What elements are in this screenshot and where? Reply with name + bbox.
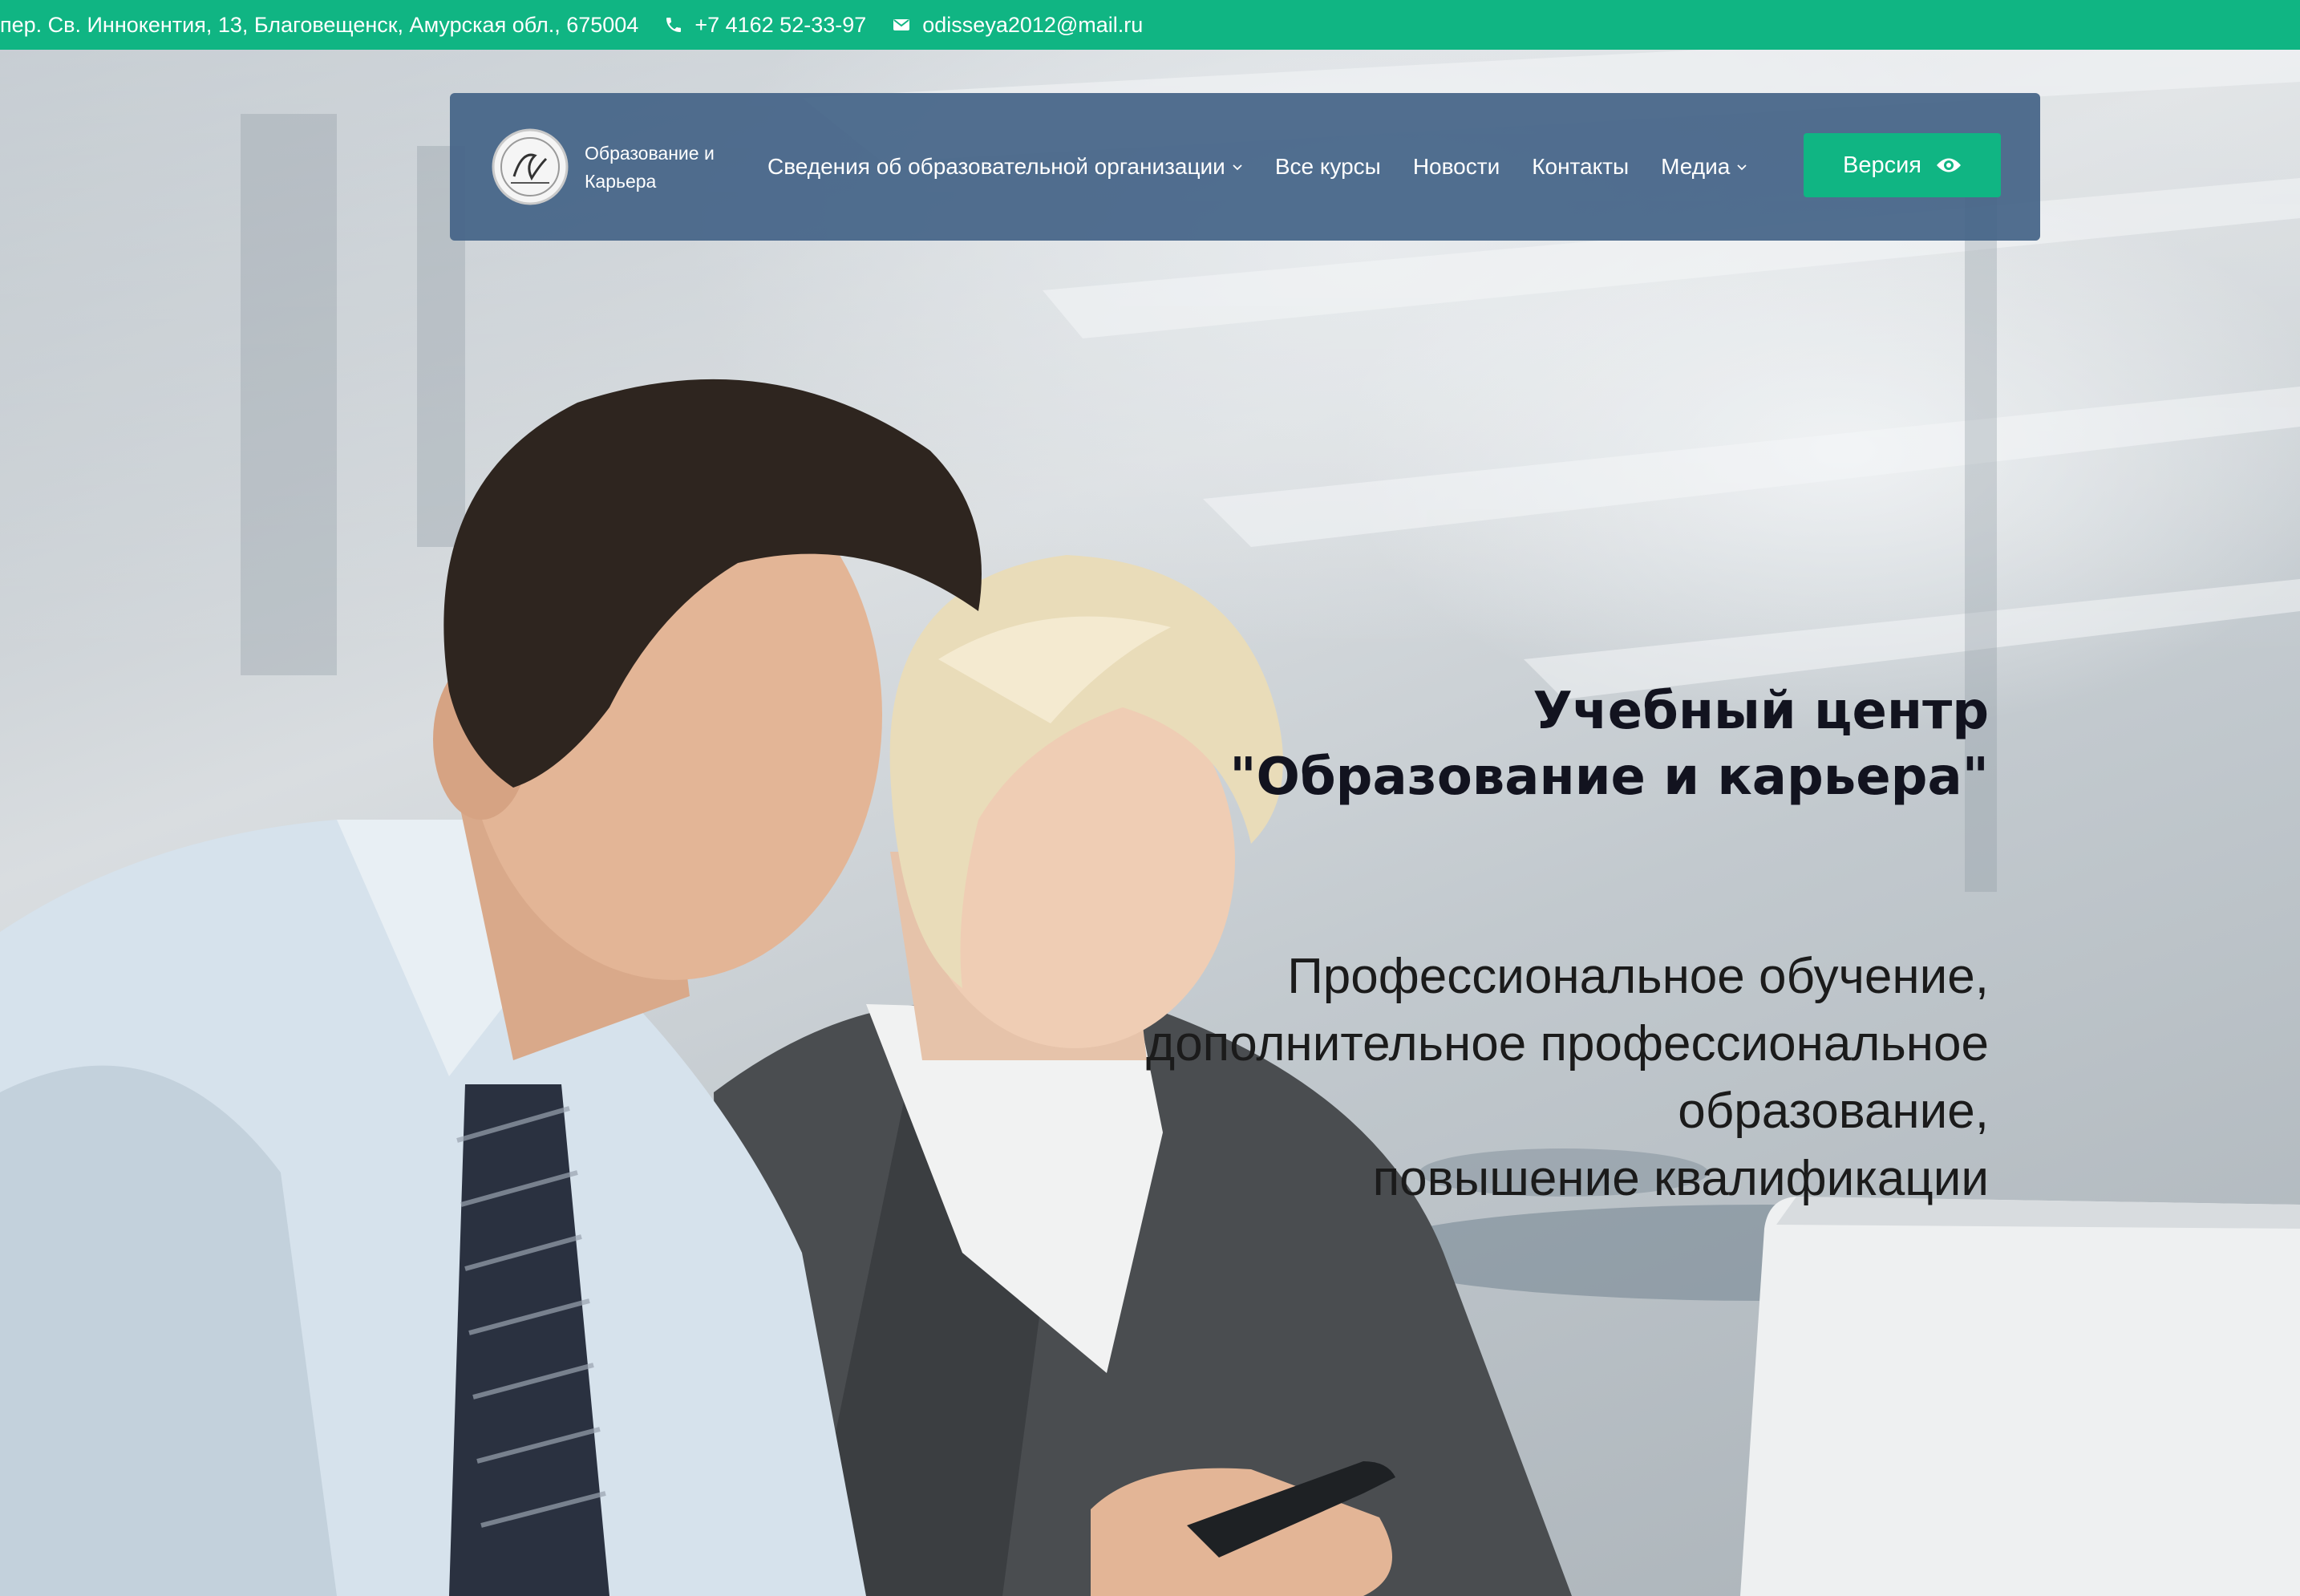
hero-subtitle-line-4: повышение квалификации <box>1372 1151 1989 1206</box>
nav-item-contacts[interactable]: Контакты <box>1532 154 1629 180</box>
nav-item-label: Сведения об образовательной организации <box>767 154 1225 179</box>
address-text: пер. Св. Иннокентия, 13, Благовещенск, А… <box>0 12 639 37</box>
site-logo-icon[interactable] <box>490 127 570 207</box>
top-info-bar: пер. Св. Иннокентия, 13, Благовещенск, А… <box>0 0 2300 50</box>
nav-menu: Сведения об образовательной организации … <box>767 93 1747 241</box>
main-navigation: Образование и Карьера Сведения об образо… <box>450 93 2040 241</box>
phone-text[interactable]: +7 4162 52-33-97 <box>694 13 866 38</box>
nav-item-label: Медиа <box>1661 154 1731 179</box>
hero-subtitle-line-1: Профессиональное обучение, <box>1287 949 1989 1004</box>
chevron-down-icon <box>1233 164 1242 171</box>
hero-subtitle-line-2: дополнительное профессиональное <box>1146 1016 1989 1071</box>
address-item: пер. Св. Иннокентия, 13, Благовещенск, А… <box>0 13 638 38</box>
nav-item-label: Все курсы <box>1274 154 1381 179</box>
hero-subtitle-line-3: образование, <box>1678 1084 1989 1139</box>
hero-title-line-2: "Образование и карьера" <box>1229 747 1989 807</box>
nav-item-all-courses[interactable]: Все курсы <box>1275 154 1381 180</box>
brand-line-2: Карьера <box>585 171 657 192</box>
nav-item-news[interactable]: Новости <box>1413 154 1500 180</box>
brand-line-1: Образование и <box>585 143 715 164</box>
eye-icon <box>1937 158 1961 172</box>
nav-item-organization-info[interactable]: Сведения об образовательной организации <box>767 154 1243 180</box>
phone-item[interactable]: +7 4162 52-33-97 <box>664 13 866 38</box>
email-item[interactable]: odisseya2012@mail.ru <box>892 13 1143 38</box>
nav-item-media[interactable]: Медиа <box>1661 154 1747 180</box>
envelope-icon <box>893 19 910 30</box>
hero-section <box>0 50 2300 1596</box>
nav-item-label: Новости <box>1412 154 1500 179</box>
hero-subtitle: Профессиональное обучение, дополнительно… <box>1026 943 1989 1213</box>
phone-icon <box>666 18 682 32</box>
nav-item-label: Контакты <box>1532 154 1630 179</box>
brand-name[interactable]: Образование и Карьера <box>585 140 729 196</box>
hero-title: Учебный центр "Образование и карьера" <box>1107 679 1989 810</box>
version-button-label: Версия <box>1842 152 1921 178</box>
hero-title-line-1: Учебный центр <box>1533 682 1989 741</box>
email-text[interactable]: odisseya2012@mail.ru <box>922 13 1143 38</box>
chevron-down-icon <box>1737 164 1747 171</box>
accessibility-version-button[interactable]: Версия <box>1804 133 2001 197</box>
hero-background-photo <box>0 50 2300 1596</box>
